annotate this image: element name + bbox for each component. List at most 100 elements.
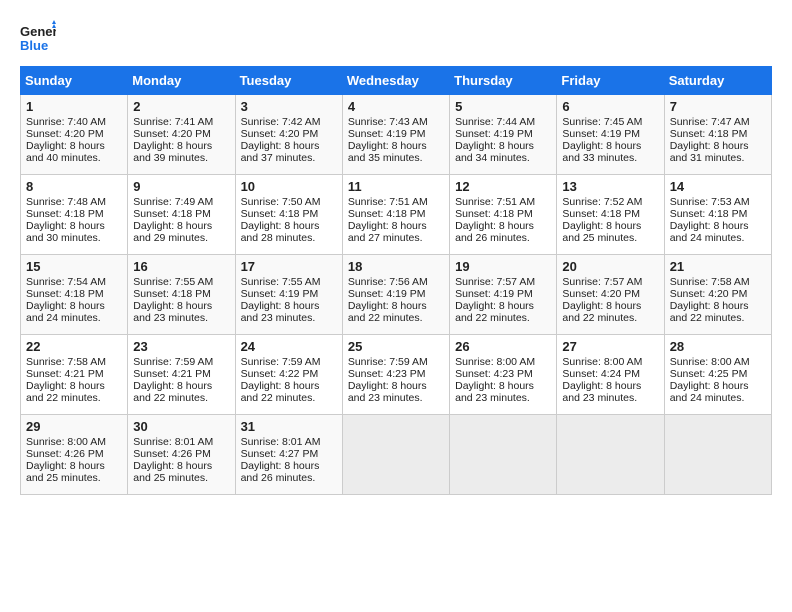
daylight: Daylight: 8 hours and 23 minutes. bbox=[348, 380, 427, 404]
day-number: 1 bbox=[26, 99, 122, 114]
day-number: 6 bbox=[562, 99, 658, 114]
sunrise: Sunrise: 7:49 AM bbox=[133, 196, 213, 208]
sunrise: Sunrise: 7:58 AM bbox=[26, 356, 106, 368]
day-cell: 9Sunrise: 7:49 AMSunset: 4:18 PMDaylight… bbox=[128, 175, 235, 255]
sunrise: Sunrise: 7:55 AM bbox=[133, 276, 213, 288]
daylight: Daylight: 8 hours and 25 minutes. bbox=[26, 460, 105, 484]
day-cell: 10Sunrise: 7:50 AMSunset: 4:18 PMDayligh… bbox=[235, 175, 342, 255]
sunset: Sunset: 4:23 PM bbox=[348, 368, 426, 380]
svg-text:General: General bbox=[20, 24, 56, 39]
day-cell: 26Sunrise: 8:00 AMSunset: 4:23 PMDayligh… bbox=[450, 335, 557, 415]
sunset: Sunset: 4:20 PM bbox=[26, 128, 104, 140]
daylight: Daylight: 8 hours and 22 minutes. bbox=[562, 300, 641, 324]
logo-svg: General Blue bbox=[20, 20, 56, 56]
sunrise: Sunrise: 7:44 AM bbox=[455, 116, 535, 128]
sunset: Sunset: 4:18 PM bbox=[26, 288, 104, 300]
daylight: Daylight: 8 hours and 25 minutes. bbox=[562, 220, 641, 244]
daylight: Daylight: 8 hours and 22 minutes. bbox=[26, 380, 105, 404]
day-cell: 23Sunrise: 7:59 AMSunset: 4:21 PMDayligh… bbox=[128, 335, 235, 415]
sunset: Sunset: 4:19 PM bbox=[241, 288, 319, 300]
daylight: Daylight: 8 hours and 25 minutes. bbox=[133, 460, 212, 484]
sunrise: Sunrise: 7:56 AM bbox=[348, 276, 428, 288]
day-number: 14 bbox=[670, 179, 766, 194]
sunset: Sunset: 4:26 PM bbox=[26, 448, 104, 460]
sunrise: Sunrise: 7:58 AM bbox=[670, 276, 750, 288]
calendar-body: 1Sunrise: 7:40 AMSunset: 4:20 PMDaylight… bbox=[21, 95, 772, 495]
sunrise: Sunrise: 7:47 AM bbox=[670, 116, 750, 128]
sunrise: Sunrise: 7:55 AM bbox=[241, 276, 321, 288]
day-cell: 25 Sunrise: 7:59 AMSunset: 4:23 PMDayligh… bbox=[342, 335, 449, 415]
daylight: Daylight: 8 hours and 23 minutes. bbox=[562, 380, 641, 404]
day-cell: 28Sunrise: 8:00 AMSunset: 4:25 PMDayligh… bbox=[664, 335, 771, 415]
col-header-thursday: Thursday bbox=[450, 67, 557, 95]
col-header-sunday: Sunday bbox=[21, 67, 128, 95]
day-number: 25 bbox=[348, 339, 444, 354]
col-header-friday: Friday bbox=[557, 67, 664, 95]
day-cell bbox=[450, 415, 557, 495]
daylight: Daylight: 8 hours and 35 minutes. bbox=[348, 140, 427, 164]
day-number: 24 bbox=[241, 339, 337, 354]
sunrise: Sunrise: 7:57 AM bbox=[455, 276, 535, 288]
sunset: Sunset: 4:25 PM bbox=[670, 368, 748, 380]
week-row-3: 15Sunrise: 7:54 AMSunset: 4:18 PMDayligh… bbox=[21, 255, 772, 335]
day-cell: 13Sunrise: 7:52 AMSunset: 4:18 PMDayligh… bbox=[557, 175, 664, 255]
day-cell: 12Sunrise: 7:51 AMSunset: 4:18 PMDayligh… bbox=[450, 175, 557, 255]
daylight: Daylight: 8 hours and 39 minutes. bbox=[133, 140, 212, 164]
day-number: 18 bbox=[348, 259, 444, 274]
col-header-saturday: Saturday bbox=[664, 67, 771, 95]
day-cell: 4Sunrise: 7:43 AMSunset: 4:19 PMDaylight… bbox=[342, 95, 449, 175]
logo-graphic: General Blue bbox=[20, 20, 56, 56]
sunset: Sunset: 4:19 PM bbox=[562, 128, 640, 140]
daylight: Daylight: 8 hours and 26 minutes. bbox=[241, 460, 320, 484]
daylight: Daylight: 8 hours and 37 minutes. bbox=[241, 140, 320, 164]
day-number: 12 bbox=[455, 179, 551, 194]
day-number: 15 bbox=[26, 259, 122, 274]
sunrise: Sunrise: 7:52 AM bbox=[562, 196, 642, 208]
calendar-table: SundayMondayTuesdayWednesdayThursdayFrid… bbox=[20, 66, 772, 495]
daylight: Daylight: 8 hours and 31 minutes. bbox=[670, 140, 749, 164]
day-cell: 7Sunrise: 7:47 AMSunset: 4:18 PMDaylight… bbox=[664, 95, 771, 175]
day-number: 23 bbox=[133, 339, 229, 354]
sunset: Sunset: 4:18 PM bbox=[241, 208, 319, 220]
day-cell bbox=[557, 415, 664, 495]
sunset: Sunset: 4:19 PM bbox=[455, 288, 533, 300]
day-cell: 17Sunrise: 7:55 AMSunset: 4:19 PMDayligh… bbox=[235, 255, 342, 335]
sunset: Sunset: 4:20 PM bbox=[562, 288, 640, 300]
day-number: 4 bbox=[348, 99, 444, 114]
week-row-4: 22Sunrise: 7:58 AMSunset: 4:21 PMDayligh… bbox=[21, 335, 772, 415]
day-number: 3 bbox=[241, 99, 337, 114]
sunrise: Sunrise: 8:01 AM bbox=[241, 436, 321, 448]
daylight: Daylight: 8 hours and 24 minutes. bbox=[26, 300, 105, 324]
day-cell: 27Sunrise: 8:00 AMSunset: 4:24 PMDayligh… bbox=[557, 335, 664, 415]
sunrise: Sunrise: 7:50 AM bbox=[241, 196, 321, 208]
sunset: Sunset: 4:21 PM bbox=[26, 368, 104, 380]
daylight: Daylight: 8 hours and 26 minutes. bbox=[455, 220, 534, 244]
sunset: Sunset: 4:20 PM bbox=[241, 128, 319, 140]
sunrise: Sunrise: 7:40 AM bbox=[26, 116, 106, 128]
daylight: Daylight: 8 hours and 40 minutes. bbox=[26, 140, 105, 164]
day-number: 27 bbox=[562, 339, 658, 354]
daylight: Daylight: 8 hours and 22 minutes. bbox=[348, 300, 427, 324]
day-number: 19 bbox=[455, 259, 551, 274]
sunrise: Sunrise: 7:51 AM bbox=[348, 196, 428, 208]
daylight: Daylight: 8 hours and 29 minutes. bbox=[133, 220, 212, 244]
day-number: 20 bbox=[562, 259, 658, 274]
day-cell: 14Sunrise: 7:53 AMSunset: 4:18 PMDayligh… bbox=[664, 175, 771, 255]
day-number: 28 bbox=[670, 339, 766, 354]
day-number: 9 bbox=[133, 179, 229, 194]
sunrise: Sunrise: 7:59 AM bbox=[348, 356, 428, 368]
daylight: Daylight: 8 hours and 22 minutes. bbox=[133, 380, 212, 404]
sunrise: Sunrise: 7:54 AM bbox=[26, 276, 106, 288]
sunset: Sunset: 4:18 PM bbox=[670, 208, 748, 220]
sunset: Sunset: 4:19 PM bbox=[348, 288, 426, 300]
sunset: Sunset: 4:23 PM bbox=[455, 368, 533, 380]
daylight: Daylight: 8 hours and 24 minutes. bbox=[670, 220, 749, 244]
sunset: Sunset: 4:26 PM bbox=[133, 448, 211, 460]
day-number: 31 bbox=[241, 419, 337, 434]
sunrise: Sunrise: 8:00 AM bbox=[455, 356, 535, 368]
day-cell: 1 Sunrise: 7:40 AMSunset: 4:20 PMDaylight… bbox=[21, 95, 128, 175]
daylight: Daylight: 8 hours and 22 minutes. bbox=[455, 300, 534, 324]
daylight: Daylight: 8 hours and 24 minutes. bbox=[670, 380, 749, 404]
day-cell: 3Sunrise: 7:42 AMSunset: 4:20 PMDaylight… bbox=[235, 95, 342, 175]
day-cell: 20Sunrise: 7:57 AMSunset: 4:20 PMDayligh… bbox=[557, 255, 664, 335]
